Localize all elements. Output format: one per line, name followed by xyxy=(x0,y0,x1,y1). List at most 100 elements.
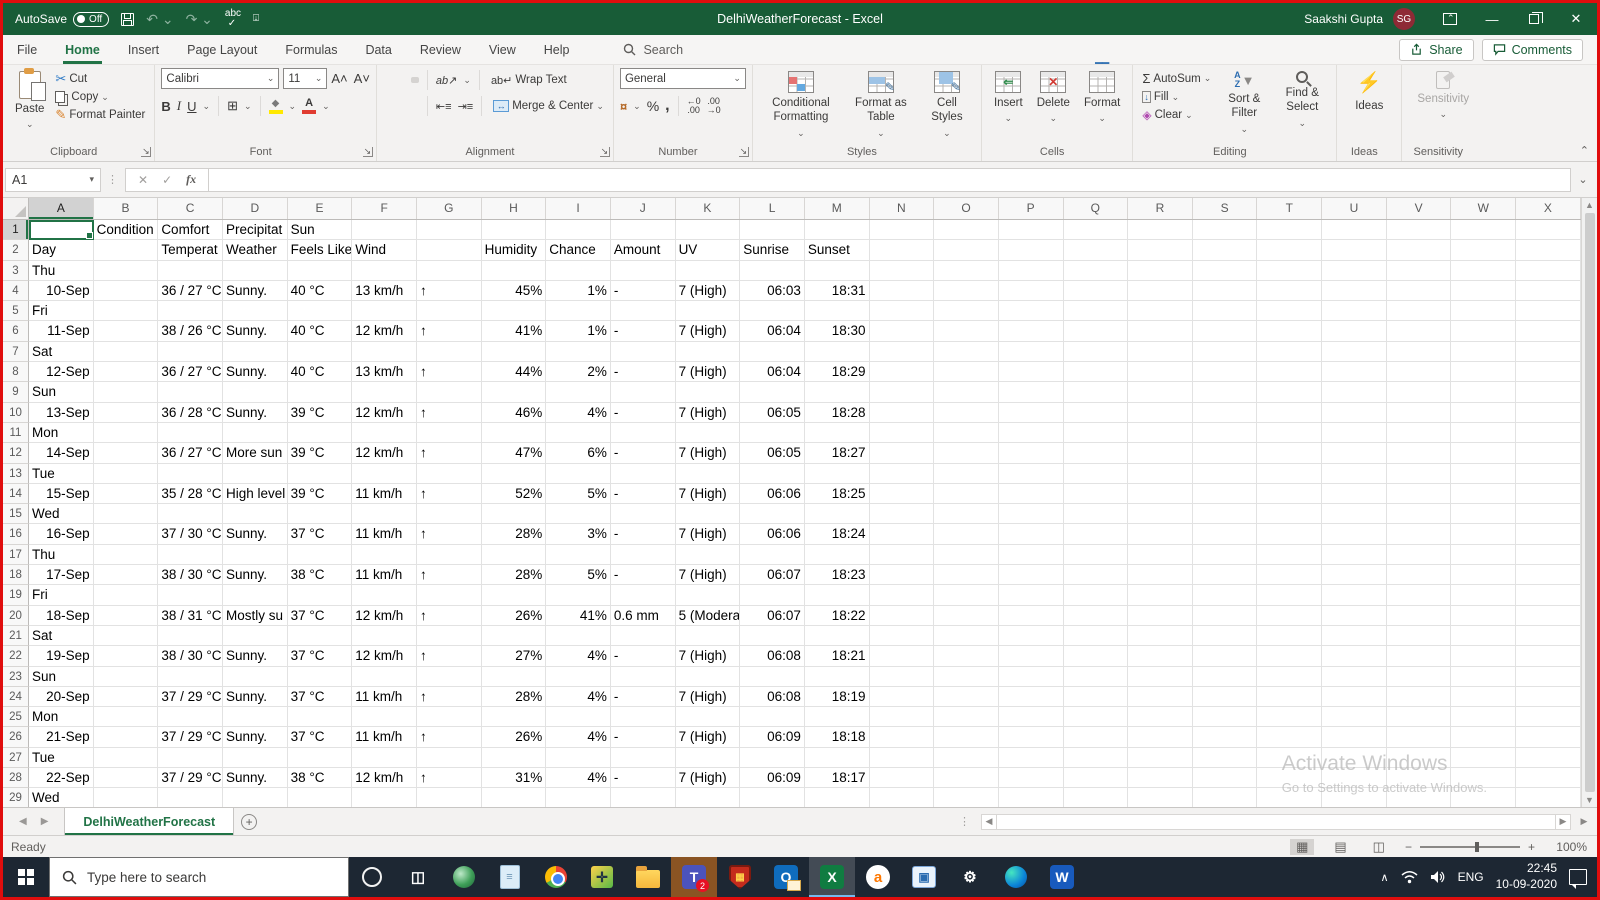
cell-H10[interactable]: 46% xyxy=(481,402,547,423)
cell-A6[interactable]: 11-Sep xyxy=(29,321,94,342)
cell-O5[interactable] xyxy=(934,301,999,322)
cell-V11[interactable] xyxy=(1386,422,1452,444)
accounting-chevron[interactable]: ⌄ xyxy=(633,101,641,112)
font-color-chevron[interactable]: ⌄ xyxy=(322,101,330,112)
cell-N27[interactable] xyxy=(869,747,935,769)
cell-F28[interactable]: 12 km/h xyxy=(352,768,417,789)
scroll-right-arrow[interactable]: ▶ xyxy=(1555,813,1571,830)
cell-S1[interactable] xyxy=(1192,220,1258,241)
cell-H14[interactable]: 52% xyxy=(481,483,547,505)
zoom-out-button[interactable]: − xyxy=(1405,840,1412,854)
cell-R2[interactable] xyxy=(1128,240,1193,261)
cell-D29[interactable] xyxy=(223,788,288,807)
excel-taskbar-button[interactable]: X xyxy=(809,857,855,897)
cell-F13[interactable] xyxy=(352,463,417,484)
cell-D8[interactable]: Sunny. xyxy=(222,362,288,383)
cell-P9[interactable] xyxy=(998,382,1064,403)
font-color-button[interactable]: A xyxy=(302,98,317,114)
cell-T12[interactable] xyxy=(1257,443,1323,464)
cell-A13[interactable]: Tue xyxy=(29,463,94,484)
find-select-button[interactable]: Find & Select ⌄ xyxy=(1274,68,1330,132)
cell-A12[interactable]: 14-Sep xyxy=(29,443,94,464)
row-header-11[interactable]: 11 xyxy=(3,422,29,444)
cell-Q16[interactable] xyxy=(1063,524,1129,545)
row-header-23[interactable]: 23 xyxy=(3,666,29,687)
antivirus-taskbar-button[interactable]: a xyxy=(855,857,901,897)
cell-K12[interactable]: 7 (High) xyxy=(675,443,741,464)
orientation-chevron[interactable]: ⌄ xyxy=(463,75,471,86)
tray-chevron-up-icon[interactable]: ∧ xyxy=(1381,871,1389,884)
cell-Q3[interactable] xyxy=(1063,260,1129,281)
cell-K25[interactable] xyxy=(675,707,741,728)
cell-G26[interactable]: ↑ xyxy=(416,727,482,748)
cell-N16[interactable] xyxy=(869,524,935,545)
tab-home[interactable]: Home xyxy=(51,35,114,64)
cell-X21[interactable] xyxy=(1516,625,1581,647)
cell-P23[interactable] xyxy=(998,666,1064,687)
cell-G27[interactable] xyxy=(416,747,482,769)
cell-T28[interactable] xyxy=(1257,768,1323,789)
cell-X16[interactable] xyxy=(1516,524,1581,545)
cell-S26[interactable] xyxy=(1192,727,1258,748)
cell-F2[interactable]: Wind xyxy=(352,240,417,261)
cell-N14[interactable] xyxy=(869,483,935,505)
cell-O22[interactable] xyxy=(934,646,999,667)
cell-N10[interactable] xyxy=(869,402,935,423)
cell-V15[interactable] xyxy=(1386,504,1452,525)
spelling-icon[interactable]: abc ✓ xyxy=(225,9,241,29)
cell-P7[interactable] xyxy=(998,341,1064,363)
edge-taskbar-button[interactable] xyxy=(993,857,1039,897)
cell-M19[interactable] xyxy=(804,585,870,606)
cell-J10[interactable]: - xyxy=(610,402,676,423)
cell-Q10[interactable] xyxy=(1063,402,1129,423)
cell-G14[interactable]: ↑ xyxy=(416,483,482,505)
cell-M21[interactable] xyxy=(804,625,870,647)
cell-O12[interactable] xyxy=(934,443,999,464)
cell-Q6[interactable] xyxy=(1063,321,1129,342)
cell-X22[interactable] xyxy=(1516,646,1581,667)
cell-D19[interactable] xyxy=(222,585,288,606)
user-name[interactable]: Saakshi Gupta xyxy=(1304,12,1383,26)
cell-R13[interactable] xyxy=(1128,463,1193,484)
cell-P3[interactable] xyxy=(998,260,1064,281)
cell-J25[interactable] xyxy=(610,707,676,728)
cell-H26[interactable]: 26% xyxy=(481,727,547,748)
cell-A17[interactable]: Thu xyxy=(29,544,94,566)
collapse-ribbon-button[interactable]: ⌃ xyxy=(1580,144,1589,157)
cell-L23[interactable] xyxy=(740,666,805,687)
cell-I29[interactable] xyxy=(546,788,611,807)
cell-D28[interactable]: Sunny. xyxy=(222,768,288,789)
cell-M17[interactable] xyxy=(804,544,870,566)
cell-C29[interactable] xyxy=(158,788,223,807)
insert-function-button[interactable]: fx xyxy=(186,172,196,187)
align-top-button[interactable] xyxy=(383,77,391,83)
cell-X17[interactable] xyxy=(1516,544,1581,566)
font-size-select[interactable]: 11 ⌄ xyxy=(283,68,328,89)
cell-R27[interactable] xyxy=(1128,747,1193,769)
row-header-20[interactable]: 20 xyxy=(3,605,29,626)
cell-E21[interactable] xyxy=(287,625,353,647)
cell-Q11[interactable] xyxy=(1063,422,1129,444)
cell-I25[interactable] xyxy=(546,707,611,728)
cisco-anyconnect-taskbar-button[interactable] xyxy=(441,857,487,897)
cell-U28[interactable] xyxy=(1322,768,1387,789)
cell-R23[interactable] xyxy=(1128,666,1193,687)
column-header-K[interactable]: K xyxy=(676,198,741,219)
cell-U8[interactable] xyxy=(1322,362,1387,383)
cell-L4[interactable]: 06:03 xyxy=(740,280,805,302)
cell-Q26[interactable] xyxy=(1063,727,1129,748)
insert-cells-button[interactable]: ⇐ Insert ⌄ xyxy=(988,68,1029,128)
language-indicator[interactable]: ENG xyxy=(1458,870,1484,884)
cell-I2[interactable]: Chance xyxy=(546,240,611,261)
column-header-G[interactable]: G xyxy=(417,198,482,219)
name-box[interactable]: A1 ▾ xyxy=(5,167,101,192)
cell-X19[interactable] xyxy=(1516,585,1581,606)
cell-J7[interactable] xyxy=(610,341,676,363)
cell-E17[interactable] xyxy=(287,544,353,566)
row-header-29[interactable]: 29 xyxy=(3,788,29,807)
cell-Q27[interactable] xyxy=(1063,747,1129,769)
save-icon[interactable] xyxy=(121,12,135,26)
tab-page-layout[interactable]: Page Layout xyxy=(173,35,271,64)
cell-S15[interactable] xyxy=(1192,504,1258,525)
cell-O24[interactable] xyxy=(934,686,999,708)
